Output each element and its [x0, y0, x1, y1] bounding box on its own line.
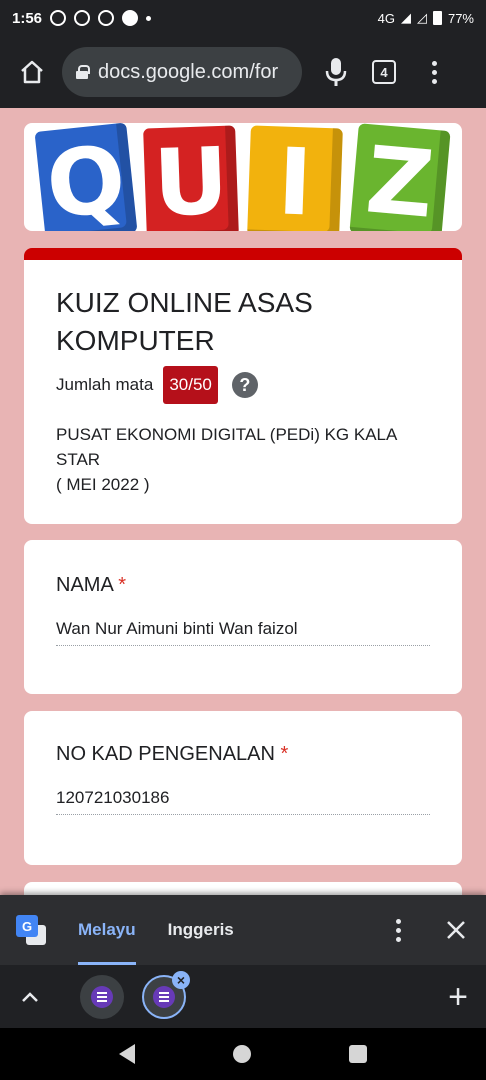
banner-letter: U	[142, 125, 239, 231]
recents-icon[interactable]	[349, 1045, 367, 1063]
google-forms-icon	[153, 985, 175, 1008]
form-header-card: KUIZ ONLINE ASAS KOMPUTER Jumlah mata 30…	[24, 248, 462, 524]
banner-letter: Z	[349, 123, 451, 231]
close-tab-button[interactable]: ×	[172, 970, 190, 989]
banner-letter: Q	[34, 123, 138, 231]
chevron-up-icon	[22, 991, 38, 1002]
language-tab-melayu[interactable]: Melayu	[78, 895, 136, 965]
question-text: NAMA	[56, 574, 113, 596]
browser-menu-button[interactable]	[426, 57, 442, 87]
question-text: NO KAD PENGENALAN	[56, 743, 275, 765]
status-time: 1:56	[12, 9, 43, 27]
google-forms-icon	[91, 985, 113, 1008]
question-label: NO KAD PENGENALAN *	[56, 743, 430, 766]
score-badge: 30/50	[163, 366, 218, 404]
google-translate-icon: G	[16, 915, 46, 945]
battery-icon	[432, 11, 442, 25]
address-bar[interactable]: docs.google.com/for	[62, 47, 302, 97]
tab-thumbnail[interactable]	[80, 974, 124, 1019]
language-tab-inggeris[interactable]: Inggeris	[168, 895, 234, 965]
close-icon	[447, 921, 465, 939]
score-label: Jumlah mata	[56, 375, 154, 394]
expand-tabs-button[interactable]	[18, 985, 42, 1009]
voice-search-button[interactable]	[318, 52, 354, 92]
mic-icon	[325, 58, 347, 86]
ic-answer-field[interactable]: 120721030186	[56, 788, 430, 815]
description-line: PUSAT EKONOMI DIGITAL (PEDi) KG KALA STA…	[56, 425, 397, 469]
home-button[interactable]	[12, 52, 52, 92]
help-icon[interactable]: ?	[231, 372, 258, 398]
quiz-banner-image: Q U I Z	[24, 123, 462, 231]
translate-options-button[interactable]	[390, 915, 406, 945]
network-label: 4G	[377, 10, 395, 26]
translate-bar: G Melayu Inggeris	[0, 895, 486, 965]
system-nav-bar	[0, 1028, 486, 1080]
home-icon	[21, 60, 43, 84]
signal-icon: ◿	[416, 10, 427, 25]
question-card-name: NAMA * Wan Nur Aimuni binti Wan faizol	[24, 540, 462, 694]
battery-percent: 77%	[447, 10, 474, 26]
whatsapp-icon	[50, 10, 67, 26]
tab-strip: × +	[0, 965, 486, 1028]
home-circle-icon[interactable]	[233, 1045, 251, 1063]
back-icon[interactable]	[119, 1044, 135, 1064]
notification-icon	[98, 10, 115, 26]
question-label: NAMA *	[56, 574, 430, 597]
form-title: KUIZ ONLINE ASAS KOMPUTER	[56, 287, 313, 356]
score-row: Jumlah mata 30/50 ?	[56, 366, 430, 404]
status-bar: 1:56 4G ◢ ◿ 77%	[0, 0, 486, 36]
name-answer-field[interactable]: Wan Nur Aimuni binti Wan faizol	[56, 619, 430, 646]
required-mark: *	[118, 574, 127, 596]
tab-switcher-button[interactable]: 4	[372, 60, 396, 84]
lock-icon	[76, 65, 90, 79]
question-card-ic: NO KAD PENGENALAN * 120721030186	[24, 711, 462, 865]
tab-thumbnail-active[interactable]: ×	[142, 970, 190, 1019]
new-tab-button[interactable]: +	[448, 980, 468, 1014]
browser-toolbar: docs.google.com/for 4	[0, 36, 486, 108]
banner-letter: I	[247, 125, 344, 231]
more-notifications-icon	[146, 15, 152, 21]
close-translate-button[interactable]	[442, 916, 470, 944]
description-line: ( MEI 2022 )	[56, 475, 150, 494]
required-mark: *	[280, 743, 289, 765]
form-description: PUSAT EKONOMI DIGITAL (PEDi) KG KALA STA…	[56, 422, 430, 497]
notification-icon	[122, 10, 139, 26]
signal-icon: ◢	[400, 10, 411, 25]
notification-icon	[74, 10, 91, 26]
url-text: docs.google.com/for	[98, 60, 279, 83]
